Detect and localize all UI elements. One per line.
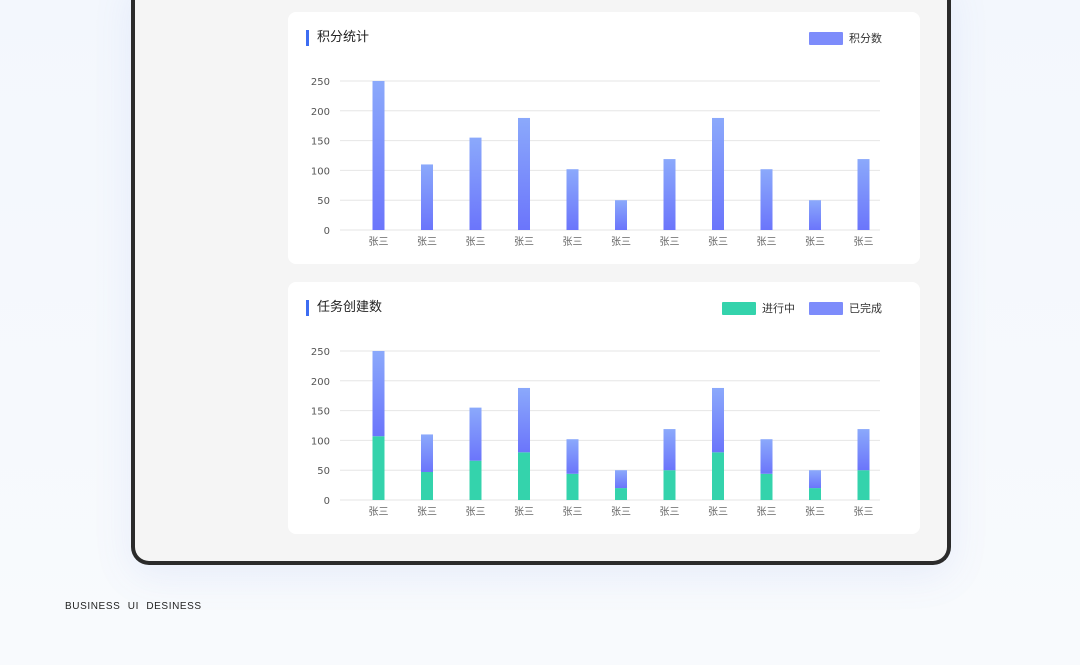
x-tick-label: 张三	[466, 506, 486, 518]
x-tick-label: 张三	[514, 506, 534, 518]
bar	[712, 117, 724, 230]
x-tick-label: 张三	[369, 236, 389, 248]
bar	[712, 387, 724, 453]
x-tick-label: 张三	[660, 236, 680, 248]
x-tick-label: 张三	[854, 236, 874, 248]
bar	[809, 488, 821, 500]
bar	[372, 81, 385, 230]
bar	[469, 137, 482, 230]
bar	[421, 434, 433, 472]
y-tick-label: 50	[317, 196, 330, 207]
tasks-chart-card: 任务创建数 进行中 已完成 0 50 100 150 200 250 张三 张三 张三 张三 张三张…	[288, 282, 920, 534]
bar	[566, 473, 579, 500]
x-tick-label: 张三	[514, 236, 534, 248]
x-tick-label: 张三	[466, 236, 486, 248]
x-tick-label: 张三	[563, 236, 583, 248]
bar	[469, 460, 482, 500]
y-tick-label: 0	[324, 226, 330, 237]
x-tick-label: 张三	[660, 506, 680, 518]
bar	[809, 200, 821, 230]
bar	[663, 470, 676, 500]
bar	[615, 488, 627, 500]
points-chart-card: 积分统计 积分数 0 50 100 150 200 250 张三 张三 张三 张三 张三 张三 张三 张三…	[288, 12, 920, 264]
y-tick-label: 150	[311, 137, 330, 148]
x-tick-label: 张三	[854, 506, 874, 518]
bar	[421, 164, 433, 230]
bar	[372, 436, 385, 500]
bar	[421, 471, 433, 500]
bar	[857, 159, 870, 230]
y-tick-label: 250	[311, 77, 330, 88]
bar	[372, 351, 385, 437]
bar	[760, 473, 773, 500]
bar	[566, 439, 579, 474]
bar	[857, 429, 870, 471]
y-tick-label: 150	[311, 407, 330, 418]
bar	[760, 169, 773, 230]
bar	[566, 169, 579, 230]
x-tick-label: 张三	[708, 506, 728, 518]
bar	[857, 470, 870, 500]
y-tick-label: 100	[311, 436, 330, 447]
bar	[809, 470, 821, 489]
bar	[663, 429, 676, 471]
y-tick-label: 200	[311, 377, 330, 388]
x-tick-label: 张三	[611, 506, 631, 518]
x-tick-label: 张三	[563, 506, 583, 518]
x-tick-label: 张三	[417, 236, 437, 248]
x-tick-label: 张三	[369, 506, 389, 518]
y-tick-label: 250	[311, 347, 330, 358]
points-chart-svg: 0 50 100 150 200 250 张三 张三 张三 张三 张三 张三 张三 张三 张三 张三 张三	[311, 77, 880, 248]
footer-text: BUSINESS UI DESINESS	[65, 601, 202, 612]
bar	[518, 117, 530, 230]
bar	[712, 452, 724, 500]
x-tick-label: 张三	[708, 236, 728, 248]
bar	[518, 452, 530, 500]
x-tick-label: 张三	[805, 506, 825, 518]
y-tick-label: 100	[311, 166, 330, 177]
x-tick-label: 张三	[417, 506, 437, 518]
x-tick-label: 张三	[805, 236, 825, 248]
y-tick-label: 50	[317, 466, 330, 477]
bar	[615, 200, 627, 230]
x-tick-label: 张三	[611, 236, 631, 248]
bar	[469, 407, 482, 461]
y-tick-label: 200	[311, 107, 330, 118]
tasks-chart-svg: 0 50 100 150 200 250 张三 张三 张三 张三 张三 张三 张三 张三 张三 张三 张三	[311, 347, 880, 518]
bar	[663, 159, 676, 230]
x-tick-label: 张三	[757, 236, 777, 248]
y-tick-label: 0	[324, 496, 330, 507]
x-tick-label: 张三	[757, 506, 777, 518]
bar	[760, 439, 773, 474]
bar	[518, 387, 530, 453]
bar	[615, 470, 627, 489]
